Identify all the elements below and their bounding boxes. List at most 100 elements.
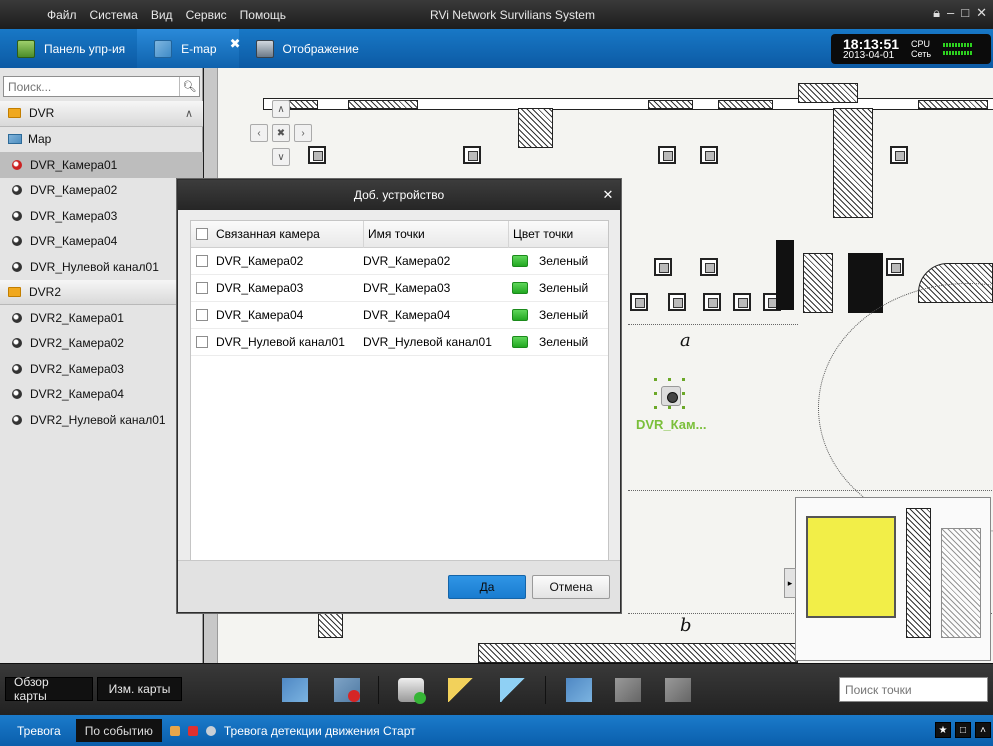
tree-item[interactable]: DVR_Камера02 <box>0 178 203 204</box>
delete-map-icon[interactable] <box>334 678 360 702</box>
tree-item[interactable]: DVR2_Камера04 <box>0 382 203 408</box>
map-pillar <box>668 293 686 311</box>
resource-labels: CPU Сеть <box>911 39 931 59</box>
map-wall-hatch <box>348 100 418 109</box>
minimap[interactable]: ▸ <box>784 497 991 661</box>
tree-item[interactable]: DVR_Камера01 <box>0 152 203 178</box>
pin-icon[interactable]: ★ <box>935 722 951 738</box>
header-point-color[interactable]: Цвет точки <box>508 220 608 248</box>
map-camera-label[interactable]: DVR_Кам... <box>636 417 706 432</box>
status-message: Тревога детекции движения Старт <box>223 723 416 738</box>
app-window: Файл Система Вид Сервис Помощь RVi Netwo… <box>0 0 993 746</box>
table-header: Связанная камера Имя точки Цвет точки <box>191 220 608 248</box>
pan-up-icon[interactable]: ∧ <box>272 100 290 118</box>
expand-icon[interactable]: ˄ <box>975 722 991 738</box>
map-pillar <box>890 146 908 164</box>
selection-handle[interactable] <box>654 406 657 409</box>
cell-point-color[interactable]: Зеленый <box>508 281 608 295</box>
edit-map-button[interactable]: Изм. карты <box>97 677 182 701</box>
tab-emap[interactable]: E-map ✖ <box>137 29 241 68</box>
menu-service[interactable]: Сервис <box>186 8 227 22</box>
select-all-checkbox[interactable] <box>196 228 208 240</box>
selection-handle[interactable] <box>682 406 685 409</box>
maximize-icon[interactable]: □ <box>961 5 969 21</box>
tab-alarm[interactable]: Тревога <box>8 719 70 742</box>
device-search-input[interactable] <box>4 79 179 94</box>
row-checkbox[interactable] <box>196 336 208 348</box>
tree-group[interactable]: DVR2 <box>0 279 203 305</box>
cell-point-name: DVR_Камера04 <box>363 308 451 322</box>
tree-item[interactable]: DVR2_Камера01 <box>0 305 203 331</box>
delete-hotspot-icon[interactable] <box>665 678 691 702</box>
color-swatch[interactable] <box>512 309 528 321</box>
row-checkbox[interactable] <box>196 282 208 294</box>
table-row[interactable]: DVR_Нулевой канал01 DVR_Нулевой канал01 Зе… <box>191 329 608 356</box>
date-text: 2013-04-01 <box>843 49 895 61</box>
add-camera-icon[interactable] <box>398 678 426 704</box>
selection-handle[interactable] <box>668 378 671 381</box>
window-icon[interactable]: □ <box>955 722 971 738</box>
camera-icon <box>12 210 22 221</box>
search-icon[interactable]: 🔍︎ <box>179 77 199 96</box>
map-camera-icon[interactable] <box>661 386 681 406</box>
map-link-icon[interactable] <box>615 678 641 702</box>
menu-file[interactable]: Файл <box>47 8 77 22</box>
tree-item[interactable]: Map <box>0 127 203 153</box>
tree-item[interactable]: DVR_Камера04 <box>0 229 203 255</box>
dialog-close-icon[interactable]: ✕ <box>601 187 615 202</box>
cell-point-color[interactable]: Зеленый <box>508 335 608 349</box>
row-checkbox[interactable] <box>196 255 208 267</box>
tree-item-label: DVR_Камера02 <box>30 183 118 198</box>
add-hotspot-icon[interactable] <box>566 678 592 702</box>
minimap-toggle-icon[interactable]: ▸ <box>784 568 796 598</box>
selection-handle[interactable] <box>682 392 685 395</box>
edit-map-icon[interactable] <box>282 678 308 702</box>
lock-icon[interactable]: 🔒︎ <box>933 5 940 21</box>
cell-point-color[interactable]: Зеленый <box>508 308 608 322</box>
tab-display[interactable]: Отображение <box>239 29 371 68</box>
minimap-viewport[interactable] <box>806 516 896 618</box>
map-icon <box>8 134 22 145</box>
point-search-input[interactable] <box>840 682 993 697</box>
cell-point-color[interactable]: Зеленый <box>508 254 608 268</box>
cell-camera: DVR_Камера04 <box>191 308 363 322</box>
color-swatch[interactable] <box>512 255 528 267</box>
minimize-icon[interactable]: – <box>947 5 954 21</box>
tree-item[interactable]: DVR_Нулевой канал01 <box>0 254 203 280</box>
point-search: 🔍︎ <box>839 677 993 702</box>
tree-item[interactable]: DVR2_Нулевой канал01 <box>0 407 203 433</box>
menu-system[interactable]: Система <box>90 8 138 22</box>
pan-right-icon[interactable]: › <box>294 124 312 142</box>
header-point-name[interactable]: Имя точки <box>363 220 508 248</box>
selection-handle[interactable] <box>654 378 657 381</box>
menu-help[interactable]: Помощь <box>240 8 286 22</box>
collapse-icon[interactable]: ∧ <box>185 107 193 120</box>
map-dotted-line <box>628 324 798 325</box>
table-row[interactable]: DVR_Камера04 DVR_Камера04 Зеленый <box>191 302 608 329</box>
map-overview-button[interactable]: Обзор карты <box>5 675 93 703</box>
selection-handle[interactable] <box>682 378 685 381</box>
tree-item[interactable]: DVR2_Камера02 <box>0 331 203 357</box>
close-icon[interactable]: ✕ <box>976 5 987 21</box>
selection-handle[interactable] <box>654 392 657 395</box>
pan-center-icon[interactable]: ✖ <box>272 124 290 142</box>
pan-down-icon[interactable]: ∨ <box>272 148 290 166</box>
table-row[interactable]: DVR_Камера03 DVR_Камера03 Зеленый <box>191 275 608 302</box>
tab-control-panel[interactable]: Панель упр-ия <box>0 29 137 68</box>
tree-item[interactable]: DVR2_Камера03 <box>0 356 203 382</box>
tree-item[interactable]: DVR_Камера03 <box>0 203 203 229</box>
tab-event[interactable]: По событию <box>75 719 162 742</box>
selection-handle[interactable] <box>668 406 671 409</box>
cancel-button[interactable]: Отмена <box>532 575 610 599</box>
ok-button[interactable]: Да <box>448 575 526 599</box>
row-checkbox[interactable] <box>196 309 208 321</box>
eraser-icon[interactable] <box>500 678 526 702</box>
pencil-icon[interactable] <box>448 678 474 702</box>
table-row[interactable]: DVR_Камера02 DVR_Камера02 Зеленый <box>191 248 608 275</box>
tab-label: Отображение <box>282 41 359 56</box>
color-swatch[interactable] <box>512 282 528 294</box>
menu-view[interactable]: Вид <box>151 8 173 22</box>
pan-left-icon[interactable]: ‹ <box>250 124 268 142</box>
color-swatch[interactable] <box>512 336 528 348</box>
tree-group[interactable]: DVR ∧ <box>0 101 203 127</box>
